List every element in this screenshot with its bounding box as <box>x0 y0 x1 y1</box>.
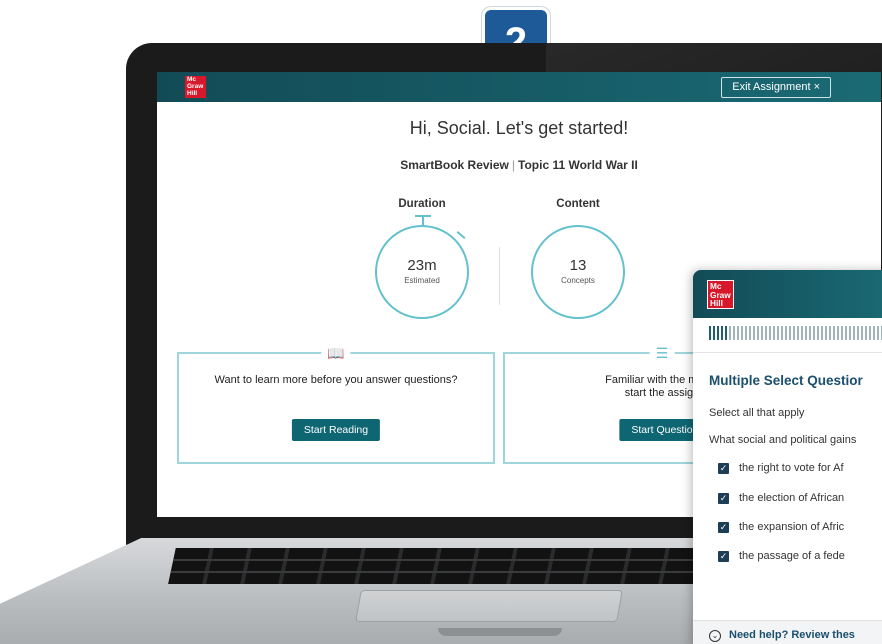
assignment-title: SmartBook Review | Topic 11 World War II <box>157 158 881 172</box>
answer-option[interactable]: ✓ the right to vote for Af <box>718 462 844 474</box>
question-text: What social and political gains <box>709 434 857 446</box>
laptop-trackpad <box>355 590 623 622</box>
stopwatch-tick <box>456 231 466 239</box>
duration-stopwatch-icon: 23m Estimated <box>375 225 469 319</box>
content-label: Content <box>556 198 600 210</box>
laptop-notch <box>438 628 562 636</box>
greeting-heading: Hi, Social. Let's get started! <box>409 118 629 138</box>
content-value: 13 <box>569 257 587 274</box>
question-panel: Mc Graw Hill Multiple Select Questior Se… <box>693 270 882 644</box>
answer-option[interactable]: ✓ the election of African <box>718 492 844 504</box>
assignment-topic: Topic 11 World War II <box>518 158 638 172</box>
panel-header: Mc Graw Hill <box>693 270 882 318</box>
title-separator: | <box>511 158 516 172</box>
chevron-down-icon[interactable]: ⌄ <box>709 630 721 642</box>
checkbox-checked-icon[interactable]: ✓ <box>718 493 729 504</box>
mcgraw-hill-logo: Mc Graw Hill <box>707 280 734 309</box>
exit-assignment-button[interactable]: Exit Assignment × <box>721 77 831 98</box>
answer-option[interactable]: ✓ the expansion of Afric <box>718 521 844 533</box>
stopwatch-stem <box>422 217 424 225</box>
need-help-link[interactable]: Need help? Review thes <box>729 629 855 641</box>
content-circle: 13 Concepts <box>531 225 625 319</box>
question-progress-bar <box>709 326 882 340</box>
app-header: Mc Graw Hill Exit Assignment × <box>157 72 881 102</box>
checkbox-checked-icon[interactable]: ✓ <box>718 463 729 474</box>
start-reading-button[interactable]: Start Reading <box>291 419 381 441</box>
book-icon: 📖 <box>321 344 351 362</box>
need-help-bar[interactable]: ⌄ Need help? Review thes <box>693 620 882 644</box>
mcgraw-hill-logo: Mc Graw Hill <box>185 76 206 98</box>
duration-label: Duration <box>398 198 446 210</box>
panel-divider <box>693 352 882 353</box>
assignment-name: SmartBook Review <box>400 158 509 172</box>
laptop-keyboard <box>168 548 716 584</box>
question-instruction: Select all that apply <box>709 407 805 419</box>
start-questions-button[interactable]: Start Questio <box>619 419 705 441</box>
checkbox-checked-icon[interactable]: ✓ <box>718 522 729 533</box>
question-type-heading: Multiple Select Questior <box>709 373 863 388</box>
list-icon: ☰ <box>649 344 675 362</box>
duration-value: 23m <box>407 257 437 274</box>
answer-option[interactable]: ✓ the passage of a fede <box>718 550 845 562</box>
reading-prompt: Want to learn more before you answer que… <box>214 374 458 386</box>
checkbox-checked-icon[interactable]: ✓ <box>718 551 729 562</box>
start-reading-card: 📖 Want to learn more before you answer q… <box>177 344 495 464</box>
content-caption: Concepts <box>561 276 595 285</box>
question-progress-fill <box>709 326 729 340</box>
duration-caption: Estimated <box>404 276 440 285</box>
stats-divider <box>499 247 500 305</box>
